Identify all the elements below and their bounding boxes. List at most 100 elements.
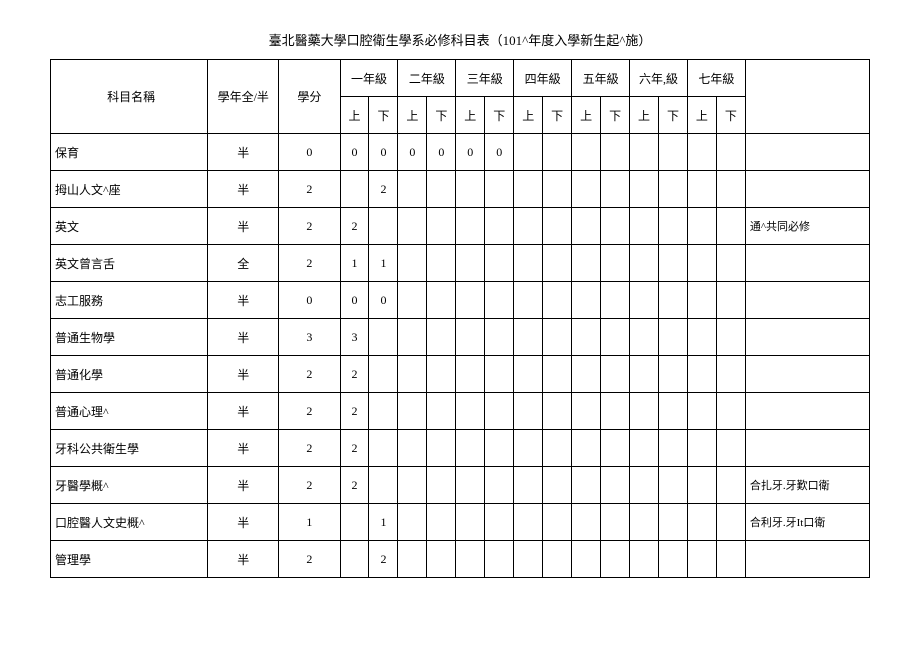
cell-grade <box>572 319 601 356</box>
cell-grade <box>601 171 630 208</box>
cell-grade <box>572 504 601 541</box>
cell-grade <box>485 504 514 541</box>
cell-fullhalf: 半 <box>208 430 279 467</box>
cell-grade <box>687 171 716 208</box>
th-up: 上 <box>687 97 716 134</box>
cell-note <box>745 171 869 208</box>
cell-grade <box>369 208 398 245</box>
cell-grade: 0 <box>427 134 456 171</box>
cell-fullhalf: 半 <box>208 504 279 541</box>
th-note <box>745 60 869 134</box>
cell-grade <box>716 319 745 356</box>
cell-note: 合扎牙.牙歎口衛 <box>745 467 869 504</box>
cell-grade <box>369 430 398 467</box>
cell-fullhalf: 半 <box>208 319 279 356</box>
th-up: 上 <box>514 97 543 134</box>
cell-grade <box>601 245 630 282</box>
cell-credit: 2 <box>279 208 340 245</box>
cell-grade <box>601 467 630 504</box>
cell-grade <box>659 171 688 208</box>
cell-grade <box>601 504 630 541</box>
page-title: 臺北醫藥大學口腔衛生學系必修科目表（101^年度入學新生起^施） <box>50 30 870 49</box>
table-row: 口腔醫人文史概^半11合利牙.牙It口衛 <box>51 504 870 541</box>
cell-grade <box>514 208 543 245</box>
cell-grade <box>485 282 514 319</box>
th-down: 下 <box>601 97 630 134</box>
cell-grade <box>456 245 485 282</box>
cell-grade <box>456 467 485 504</box>
cell-grade <box>716 245 745 282</box>
cell-grade <box>514 319 543 356</box>
th-year1: 一年級 <box>340 60 398 97</box>
cell-grade <box>687 208 716 245</box>
th-down: 下 <box>427 97 456 134</box>
table-row: 普通化學半22 <box>51 356 870 393</box>
cell-grade <box>687 134 716 171</box>
cell-grade <box>601 541 630 578</box>
cell-subject: 英文 <box>51 208 208 245</box>
cell-credit: 2 <box>279 430 340 467</box>
cell-grade <box>659 319 688 356</box>
cell-grade <box>398 541 427 578</box>
cell-grade <box>427 430 456 467</box>
cell-grade <box>601 282 630 319</box>
cell-subject: 牙科公共衛生學 <box>51 430 208 467</box>
cell-grade: 0 <box>340 282 369 319</box>
th-down: 下 <box>543 97 572 134</box>
cell-grade: 0 <box>398 134 427 171</box>
cell-grade <box>456 541 485 578</box>
cell-grade <box>485 430 514 467</box>
cell-grade <box>572 467 601 504</box>
cell-grade: 2 <box>340 430 369 467</box>
cell-grade: 2 <box>340 208 369 245</box>
cell-grade <box>630 282 659 319</box>
th-subject: 科目名稱 <box>51 60 208 134</box>
cell-grade <box>630 541 659 578</box>
cell-grade <box>398 208 427 245</box>
cell-fullhalf: 半 <box>208 134 279 171</box>
cell-subject: 管理學 <box>51 541 208 578</box>
cell-subject: 普通生物學 <box>51 319 208 356</box>
cell-grade: 0 <box>369 282 398 319</box>
cell-grade <box>456 282 485 319</box>
th-up: 上 <box>630 97 659 134</box>
cell-grade <box>485 245 514 282</box>
cell-credit: 1 <box>279 504 340 541</box>
cell-grade <box>687 504 716 541</box>
cell-grade: 1 <box>340 245 369 282</box>
cell-grade <box>398 430 427 467</box>
cell-subject: 志工服務 <box>51 282 208 319</box>
cell-grade <box>572 541 601 578</box>
th-year7: 七年級 <box>687 60 745 97</box>
cell-grade <box>572 208 601 245</box>
cell-grade <box>398 319 427 356</box>
cell-subject: 普通化學 <box>51 356 208 393</box>
table-row: 普通生物學半33 <box>51 319 870 356</box>
cell-grade <box>514 504 543 541</box>
cell-credit: 3 <box>279 319 340 356</box>
cell-grade: 1 <box>369 504 398 541</box>
cell-grade <box>716 208 745 245</box>
cell-credit: 0 <box>279 282 340 319</box>
cell-grade <box>572 356 601 393</box>
table-row: 牙醫學概^半22合扎牙.牙歎口衛 <box>51 467 870 504</box>
cell-grade <box>601 319 630 356</box>
table-row: 英文半22通^共同必修 <box>51 208 870 245</box>
cell-grade <box>716 282 745 319</box>
cell-grade: 2 <box>340 467 369 504</box>
table-row: 牙科公共衛生學半22 <box>51 430 870 467</box>
cell-grade: 2 <box>340 393 369 430</box>
cell-credit: 2 <box>279 245 340 282</box>
cell-grade <box>687 282 716 319</box>
cell-grade <box>485 393 514 430</box>
cell-subject: 英文曾言舌 <box>51 245 208 282</box>
th-down: 下 <box>716 97 745 134</box>
cell-grade <box>630 393 659 430</box>
cell-grade <box>659 208 688 245</box>
cell-grade <box>716 134 745 171</box>
table-row: 英文曾言舌全211 <box>51 245 870 282</box>
cell-grade <box>601 208 630 245</box>
cell-grade <box>572 282 601 319</box>
cell-grade: 2 <box>340 356 369 393</box>
table-row: 拇山人文^座半22 <box>51 171 870 208</box>
